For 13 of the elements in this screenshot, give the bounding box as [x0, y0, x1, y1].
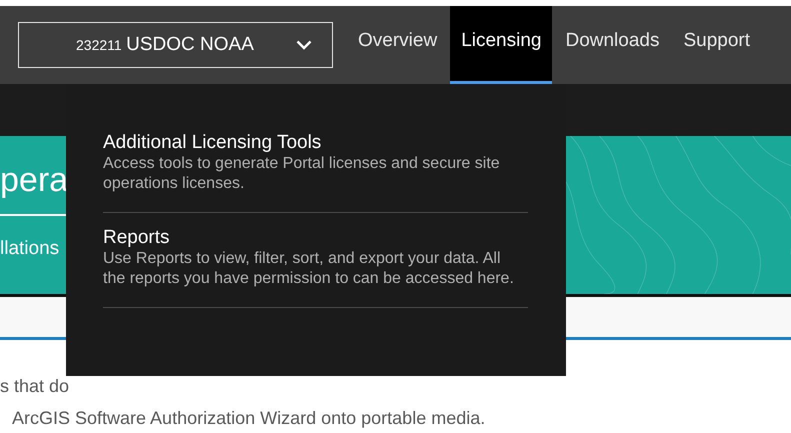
nav-tab[interactable]: Downloads: [554, 6, 670, 84]
page-title: pera: [0, 160, 68, 200]
chevron-down-icon: [296, 40, 312, 50]
body-text: s that do: [0, 376, 70, 396]
menu-item-link[interactable]: Additional Licensing Tools: [103, 132, 528, 154]
body-text: ArcGIS Software Authorization Wizard onto portable media.: [12, 408, 486, 428]
nav-tab[interactable]: Support: [672, 6, 762, 84]
menu-item-description: Access tools to generate Portal licenses and secure site operations licenses.: [103, 154, 501, 194]
account-select[interactable]: 232211 USDOC NOAA: [18, 22, 333, 68]
menu-item-description: Use Reports to view, filter, sort, and export your data. All the reports you have permission to can be accessed here.: [103, 249, 515, 289]
menu-item-link[interactable]: Reports: [103, 227, 528, 249]
nav-tab[interactable]: Licensing: [450, 6, 552, 84]
nav-tab[interactable]: Overview: [347, 6, 448, 84]
